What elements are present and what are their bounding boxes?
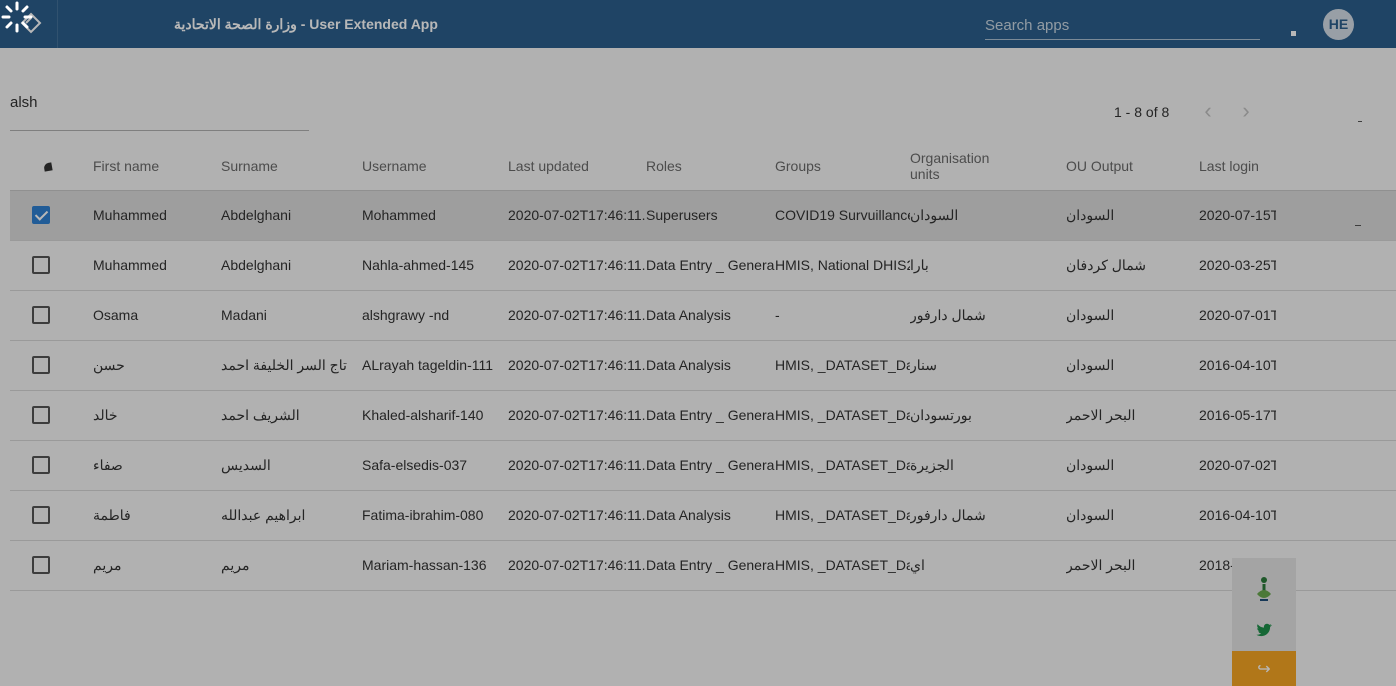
loading-overlay — [0, 0, 1396, 686]
loading-spinner-icon — [1, 1, 33, 33]
